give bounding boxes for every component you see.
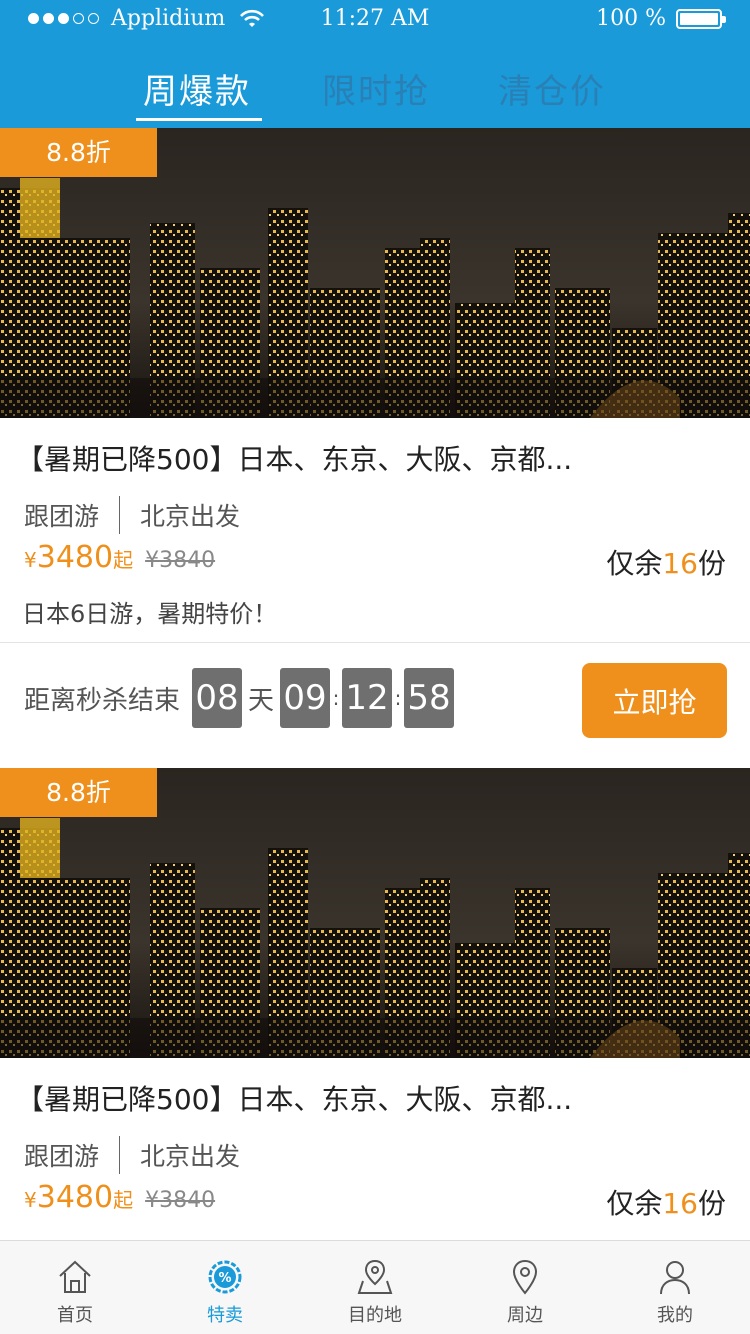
time-separator: :	[332, 686, 340, 710]
sale-price: 3480	[36, 1180, 114, 1215]
time-separator: :	[394, 686, 402, 710]
tag-divider	[119, 1136, 121, 1174]
discount-badge: 8.8折	[0, 128, 157, 177]
nav-profile-label: 我的	[657, 1305, 693, 1326]
remaining-stock: 仅余16份	[606, 542, 726, 582]
currency-symbol: ¥	[24, 1188, 37, 1212]
nav-special-sale[interactable]: % 特卖	[150, 1241, 300, 1334]
price-row: ¥ 3480 起 ¥3840	[24, 1180, 215, 1215]
sale-price: 3480	[36, 540, 114, 575]
remaining-count: 16	[662, 1187, 698, 1220]
deal-title[interactable]: 【暑期已降500】日本、东京、大阪、京都...	[16, 438, 572, 478]
remaining-stock: 仅余16份	[606, 1182, 726, 1222]
status-right: 100 %	[596, 6, 726, 31]
nav-special-sale-label: 特卖	[207, 1305, 243, 1326]
countdown-seconds: 58	[404, 668, 455, 728]
nav-home[interactable]: 首页	[0, 1241, 150, 1334]
remaining-prefix: 仅余	[606, 547, 663, 580]
app-header: Applidium 11:27 AM 100 % 周爆款 限时抢 清仓价	[0, 0, 750, 128]
tour-type-tag: 跟团游	[24, 1142, 100, 1171]
deal-card[interactable]: 8.8折 【暑期已降500】日本、东京、大阪、京都... 跟团游 北京出发 ¥ …	[0, 128, 750, 768]
original-price: ¥3840	[145, 548, 216, 573]
percent-badge-icon: %	[208, 1260, 242, 1294]
home-icon	[59, 1260, 91, 1293]
deal-photo[interactable]: 8.8折	[0, 768, 750, 1058]
price-suffix: 起	[113, 548, 134, 572]
nav-home-label: 首页	[57, 1305, 93, 1326]
original-price: ¥3840	[145, 1188, 216, 1213]
svg-text:%: %	[218, 1271, 231, 1286]
countdown-timer: 距离秒杀结束 08 天 09 : 12 : 58	[24, 668, 455, 728]
buy-now-button[interactable]: 立即抢	[582, 663, 727, 738]
category-tabs: 周爆款 限时抢 清仓价	[0, 56, 750, 128]
remaining-prefix: 仅余	[606, 1187, 663, 1220]
deal-card[interactable]: 8.8折 【暑期已降500】日本、东京、大阪、京都... 跟团游 北京出发 ¥ …	[0, 768, 750, 1240]
price-row: ¥ 3480 起 ¥3840	[24, 540, 215, 575]
deal-tags: 跟团游 北京出发	[24, 496, 240, 534]
user-icon	[660, 1261, 690, 1295]
tab-weekly-hot[interactable]: 周爆款	[143, 64, 251, 113]
active-tab-indicator	[136, 118, 262, 121]
deal-photo[interactable]: 8.8折	[0, 128, 750, 418]
bottom-tab-bar: 首页 % 特卖 目的地 周边 我的	[0, 1240, 750, 1334]
divider	[0, 642, 750, 643]
departure-tag: 北京出发	[140, 1142, 241, 1171]
deal-title[interactable]: 【暑期已降500】日本、东京、大阪、京都...	[16, 1078, 572, 1118]
nav-nearby[interactable]: 周边	[450, 1241, 600, 1334]
countdown-label: 距离秒杀结束	[24, 685, 181, 716]
days-unit: 天	[248, 685, 275, 716]
departure-tag: 北京出发	[140, 502, 241, 531]
currency-symbol: ¥	[24, 548, 37, 572]
map-pin-icon	[357, 1259, 393, 1294]
status-bar: Applidium 11:27 AM 100 %	[0, 0, 750, 40]
deal-tags: 跟团游 北京出发	[24, 1136, 240, 1174]
deal-description: 日本6日游，暑期特价！	[22, 600, 278, 628]
nav-profile[interactable]: 我的	[600, 1241, 750, 1334]
nav-destination-label: 目的地	[348, 1305, 402, 1326]
discount-badge: 8.8折	[0, 768, 157, 817]
nav-destination[interactable]: 目的地	[300, 1241, 450, 1334]
location-pin-icon	[512, 1259, 538, 1295]
countdown-days: 08	[192, 668, 243, 728]
remaining-count: 16	[662, 547, 698, 580]
battery-percent: 100 %	[596, 6, 666, 31]
remaining-suffix: 份	[697, 1187, 726, 1220]
tag-divider	[119, 496, 121, 534]
nav-nearby-label: 周边	[507, 1305, 543, 1326]
tour-type-tag: 跟团游	[24, 502, 100, 531]
countdown-minutes: 12	[342, 668, 393, 728]
remaining-suffix: 份	[697, 547, 726, 580]
battery-icon	[676, 8, 726, 29]
countdown-hours: 09	[280, 668, 331, 728]
tab-clearance[interactable]: 清仓价	[498, 64, 606, 113]
price-suffix: 起	[113, 1188, 134, 1212]
tab-flash-sale[interactable]: 限时抢	[322, 64, 430, 113]
